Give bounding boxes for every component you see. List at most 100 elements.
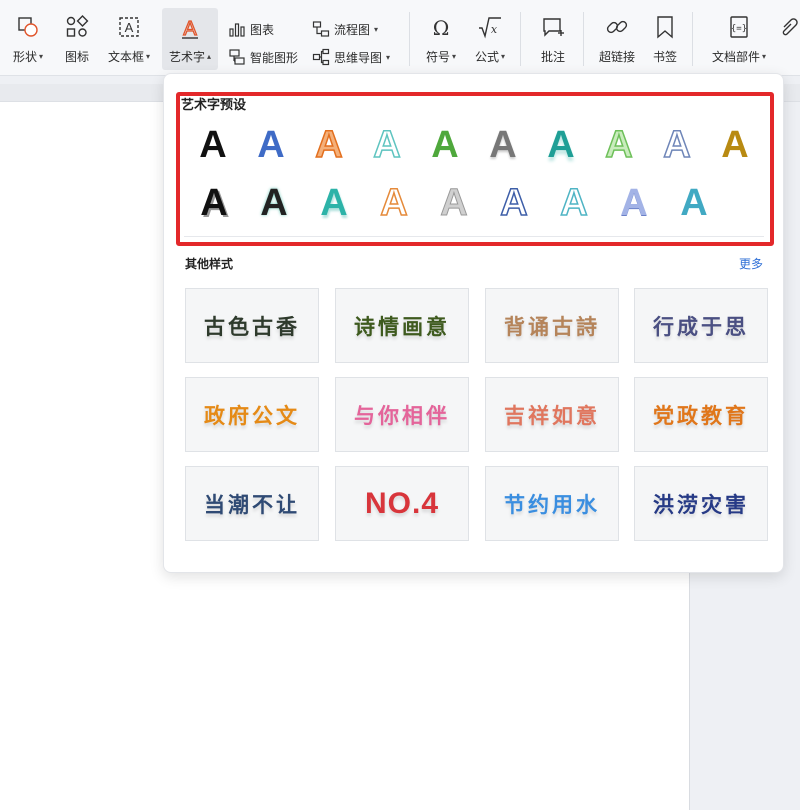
link-icon (606, 20, 628, 34)
chevron-down-icon: ▾ (762, 52, 767, 61)
omega-icon: Ω (433, 16, 450, 40)
bookmark-label: 书签 (652, 50, 677, 64)
shape-label: 形状 (12, 50, 37, 64)
chevron-up-icon: ▴ (207, 52, 212, 61)
chevron-down-icon: ▾ (39, 52, 44, 61)
wordart-icon: A (182, 17, 198, 40)
more-styles-link[interactable]: 更多 (739, 255, 763, 272)
wordart-preset-periwinkle[interactable]: A (604, 177, 664, 229)
attachment-button[interactable] (778, 8, 800, 70)
icon-label: 图标 (64, 50, 89, 64)
flowchart-label: 流程图 (334, 22, 371, 37)
comment-add-icon (543, 18, 564, 37)
wordart-preset-black-glow[interactable]: A (244, 177, 304, 229)
sqrt-x-icon: x (479, 17, 501, 39)
chevron-down-icon: ▾ (452, 52, 457, 61)
wordart-style-card[interactable]: 吉祥如意 (485, 377, 619, 452)
smartart-icon (229, 49, 245, 65)
hyperlink-button[interactable]: 超链接 (596, 8, 638, 70)
comment-label: 批注 (540, 50, 565, 64)
svg-text:Ω: Ω (433, 16, 450, 40)
wordart-preset-gray-gradient[interactable]: A (474, 119, 532, 171)
wordart-style-card[interactable]: 背诵古詩 (485, 288, 619, 363)
textbox-label: 文本框 (107, 50, 144, 64)
wordart-preset-blue-outline[interactable]: A (648, 119, 706, 171)
ribbon-toolbar: 形状 ▾ 图标 A 文本框 ▾ A 艺术字 ▴ 图表 智能图形 流程图 ▾ 思维导图 … (0, 0, 800, 76)
bookmark-button[interactable]: 书签 (650, 8, 680, 70)
icons-grid-icon (66, 15, 89, 37)
formula-label: 公式 (474, 50, 499, 64)
flowchart-button[interactable]: 流程图 ▾ (312, 18, 378, 40)
wordart-style-card[interactable]: 古色古香 (185, 288, 319, 363)
svg-text:{=}: {=} (731, 24, 747, 34)
flowchart-icon (312, 21, 330, 37)
wordart-preset-teal-reflect[interactable]: A (532, 119, 590, 171)
wordart-style-card[interactable]: 诗情画意 (335, 288, 469, 363)
chart-button[interactable]: 图表 (228, 18, 274, 40)
mindmap-button[interactable]: 思维导图 ▾ (312, 46, 390, 68)
wordart-style-card[interactable]: 行成于思 (634, 288, 768, 363)
paperclip-icon (782, 18, 798, 36)
preset-row: A A A A A A A A A A (184, 116, 764, 174)
docparts-button[interactable]: {=} 文档部件 ▾ (708, 8, 770, 70)
comment-button[interactable]: 批注 (535, 8, 571, 70)
wordart-preset-black[interactable]: A (184, 119, 242, 171)
wordart-preset-cyan-outline[interactable]: A (544, 177, 604, 229)
wordart-dropdown-panel: 艺术字预设 A A A A A A A A A A A A A A A A A … (163, 73, 784, 573)
preset-row: A A A A A A A A A (184, 174, 764, 232)
svg-text:A: A (125, 20, 134, 35)
preset-section-title: 艺术字预设 (181, 98, 247, 113)
wordart-preset-green[interactable]: A (416, 119, 474, 171)
shapes-icon (18, 17, 38, 37)
wordart-preset-grid: A A A A A A A A A A A A A A A A A A A (184, 116, 764, 232)
wordart-preset-gold[interactable]: A (706, 119, 764, 171)
symbol-label: 符号 (425, 50, 450, 64)
icon-button[interactable]: 图标 (60, 8, 94, 70)
shape-button[interactable]: 形状 ▾ (8, 8, 48, 70)
ribbon-separator (692, 12, 693, 66)
formula-button[interactable]: x 公式 ▾ (470, 8, 510, 70)
wordart-button[interactable]: A 艺术字 ▴ (162, 8, 218, 70)
chart-label: 图表 (250, 22, 275, 37)
wordart-style-card[interactable]: 当潮不让 (185, 466, 319, 541)
symbol-button[interactable]: Ω 符号 ▾ (420, 8, 462, 70)
ribbon-separator (409, 12, 410, 66)
wordart-style-card[interactable]: 洪涝灾害 (634, 466, 768, 541)
section-divider (184, 236, 764, 237)
wordart-preset-navy-outline[interactable]: A (484, 177, 544, 229)
wordart-preset-teal-outline[interactable]: A (358, 119, 416, 171)
chevron-down-icon: ▾ (374, 24, 379, 34)
wordart-preset-teal-shadow[interactable]: A (304, 177, 364, 229)
smartart-label: 智能图形 (250, 50, 299, 65)
wordart-style-card[interactable]: 党政教育 (634, 377, 768, 452)
wordart-preset-light-green-outline[interactable]: A (590, 119, 648, 171)
mindmap-label: 思维导图 (334, 50, 383, 65)
wordart-style-card[interactable]: 与你相伴 (335, 377, 469, 452)
wordart-preset-cyan-gradient[interactable]: A (664, 177, 724, 229)
smartart-button[interactable]: 智能图形 (228, 46, 298, 68)
wordart-preset-silver[interactable]: A (424, 177, 484, 229)
svg-text:A: A (183, 18, 197, 40)
wordart-preset-orange-white[interactable]: A (364, 177, 424, 229)
ribbon-separator (583, 12, 584, 66)
wordart-style-card[interactable]: 节约用水 (485, 466, 619, 541)
mindmap-icon (312, 48, 330, 66)
wordart-preset-blue[interactable]: A (242, 119, 300, 171)
wordart-label: 艺术字 (168, 50, 205, 64)
hyperlink-label: 超链接 (598, 50, 635, 64)
chevron-down-icon: ▾ (146, 52, 151, 61)
chart-icon (229, 23, 245, 37)
chevron-down-icon: ▾ (386, 52, 391, 62)
textbox-icon: A (119, 17, 139, 37)
wordart-style-card[interactable]: 政府公文 (185, 377, 319, 452)
chevron-down-icon: ▾ (501, 52, 506, 61)
other-styles-title: 其他样式 (185, 257, 234, 271)
svg-text:x: x (491, 23, 498, 36)
bookmark-icon (657, 16, 673, 39)
wordart-preset-black-shadow[interactable]: A (184, 177, 244, 229)
wordart-style-card[interactable]: NO.4 (335, 466, 469, 541)
docparts-label: 文档部件 (711, 50, 760, 64)
wordart-preset-orange-outline[interactable]: A (300, 119, 358, 171)
ribbon-separator (520, 12, 521, 66)
textbox-button[interactable]: A 文本框 ▾ (104, 8, 154, 70)
